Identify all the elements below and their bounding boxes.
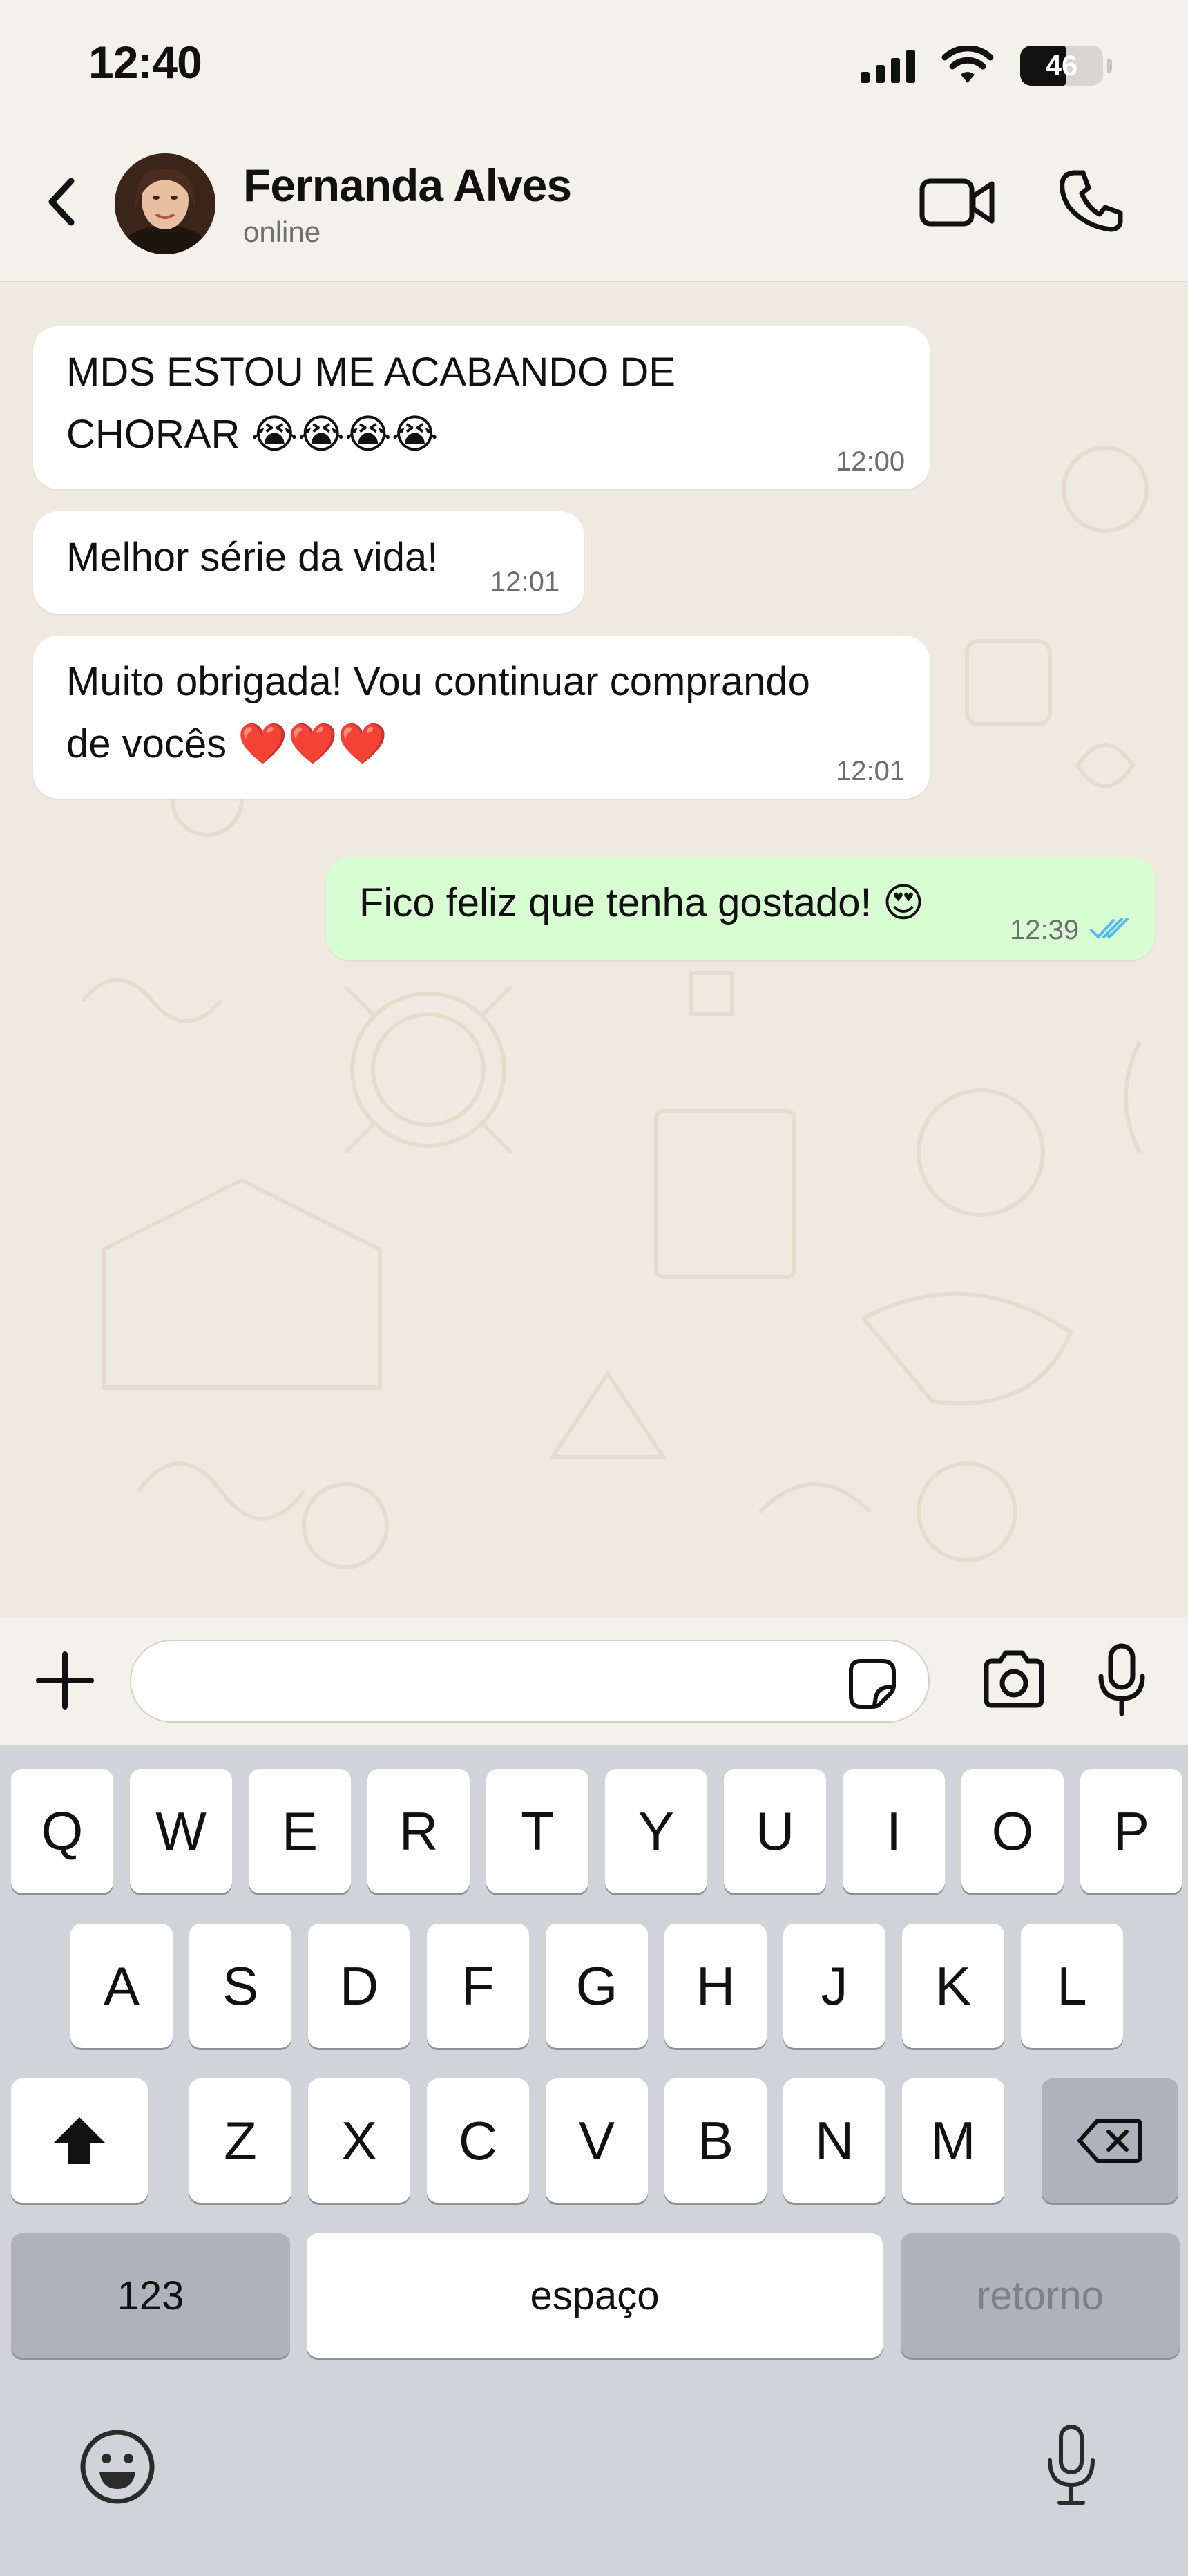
message-time: 12:01: [836, 756, 906, 786]
microphone-icon[interactable]: [1094, 1642, 1149, 1718]
key-s[interactable]: S: [189, 1924, 291, 2048]
wifi-icon: [941, 46, 994, 83]
backspace-icon: [1077, 2119, 1142, 2163]
key-h[interactable]: H: [664, 1924, 767, 2048]
message-input-bar: [0, 1617, 1188, 1745]
chat-header: Fernanda Alves online: [0, 131, 1188, 282]
message-text: Muito obrigada! Vou continuar comprando: [66, 659, 810, 704]
chat-area[interactable]: MDS ESTOU ME ACABANDO DE CHORAR 😭😭😭😭 12:…: [0, 282, 1188, 1617]
plus-icon[interactable]: [33, 1649, 97, 1712]
cellular-signal-icon: [861, 48, 915, 83]
message-time: 12:00: [836, 446, 906, 477]
contact-name[interactable]: Fernanda Alves: [243, 159, 572, 211]
key-u[interactable]: U: [724, 1769, 826, 1893]
message-time: 12:39: [1010, 915, 1080, 945]
message-input[interactable]: [130, 1640, 930, 1723]
status-icons: 46: [861, 41, 1112, 90]
key-a[interactable]: A: [70, 1924, 173, 2048]
message-bubble-incoming[interactable]: Melhor série da vida! 12:01: [33, 511, 584, 614]
battery-icon: 46: [1020, 46, 1103, 86]
battery-level: 46: [1045, 49, 1078, 82]
key-p[interactable]: P: [1080, 1769, 1182, 1893]
camera-icon[interactable]: [981, 1649, 1047, 1711]
key-w[interactable]: W: [130, 1769, 232, 1893]
message-text: Melhor série da vida!: [66, 535, 439, 580]
numbers-key[interactable]: 123: [11, 2233, 290, 2358]
key-l[interactable]: L: [1021, 1924, 1123, 2048]
key-o[interactable]: O: [961, 1769, 1064, 1893]
key-i[interactable]: I: [843, 1769, 945, 1893]
message-bubble-incoming[interactable]: MDS ESTOU ME ACABANDO DE CHORAR 😭😭😭😭 12:…: [33, 326, 930, 489]
key-e[interactable]: E: [249, 1769, 351, 1893]
contact-status: online: [243, 216, 321, 248]
keyboard: Q W E R T Y U I O P A S D F G H J K L Z …: [0, 1745, 1188, 2576]
return-key[interactable]: retorno: [901, 2233, 1180, 2358]
key-n[interactable]: N: [783, 2078, 885, 2203]
status-bar: 12:40 46: [0, 0, 1188, 131]
shift-key[interactable]: [11, 2078, 148, 2203]
key-g[interactable]: G: [546, 1924, 648, 2048]
space-key[interactable]: espaço: [307, 2233, 883, 2358]
message-text: MDS ESTOU ME ACABANDO DE: [66, 350, 676, 395]
key-b[interactable]: B: [664, 2078, 767, 2203]
chevron-left-icon[interactable]: [38, 174, 86, 229]
message-bubble-incoming[interactable]: Muito obrigada! Vou continuar comprando …: [33, 636, 930, 799]
key-q[interactable]: Q: [11, 1769, 113, 1893]
key-t[interactable]: T: [486, 1769, 588, 1893]
battery-tip: [1107, 59, 1112, 73]
key-c[interactable]: C: [427, 2078, 529, 2203]
keyboard-microphone-icon[interactable]: [1044, 2423, 1098, 2508]
status-time: 12:40: [88, 37, 202, 88]
video-camera-icon[interactable]: [919, 173, 996, 232]
double-check-icon: [1090, 918, 1129, 939]
sticker-icon[interactable]: [844, 1656, 899, 1711]
message-text: Fico feliz que tenha gostado! 😍: [359, 880, 925, 925]
key-j[interactable]: J: [783, 1924, 885, 2048]
message-time: 12:01: [490, 567, 560, 597]
key-x[interactable]: X: [308, 2078, 410, 2203]
key-d[interactable]: D: [308, 1924, 410, 2048]
message-text: CHORAR 😭😭😭😭: [66, 412, 439, 457]
avatar[interactable]: [115, 153, 215, 254]
phone-icon[interactable]: [1058, 167, 1124, 234]
key-r[interactable]: R: [367, 1769, 470, 1893]
key-z[interactable]: Z: [189, 2078, 291, 2203]
key-m[interactable]: M: [902, 2078, 1004, 2203]
emoji-icon[interactable]: [77, 2427, 157, 2507]
shift-icon: [53, 2117, 106, 2164]
key-f[interactable]: F: [427, 1924, 529, 2048]
message-bubble-outgoing[interactable]: Fico feliz que tenha gostado! 😍 12:39: [326, 857, 1155, 960]
message-text: de vocês ❤️❤️❤️: [66, 721, 387, 766]
key-y[interactable]: Y: [605, 1769, 707, 1893]
backspace-key[interactable]: [1042, 2078, 1178, 2203]
key-v[interactable]: V: [546, 2078, 648, 2203]
key-k[interactable]: K: [902, 1924, 1004, 2048]
